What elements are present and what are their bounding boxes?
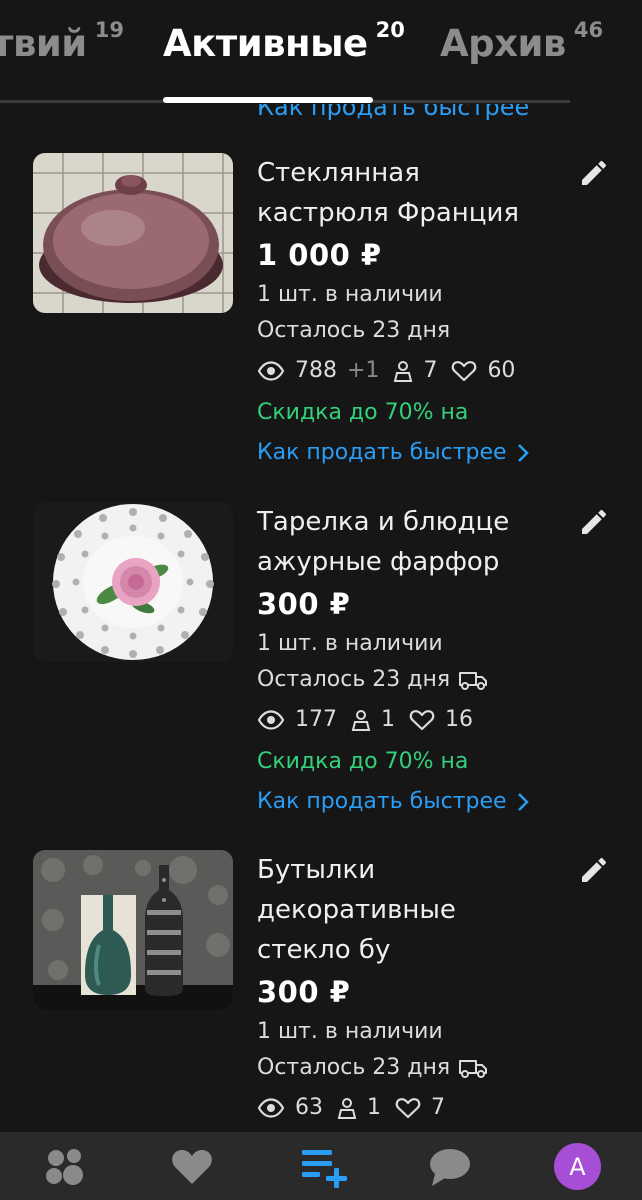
- active-tab-indicator: [163, 97, 373, 103]
- stock-text: 1 шт. в наличии: [257, 631, 443, 656]
- listing-price: 1 000 ₽: [257, 238, 382, 272]
- person-icon: [394, 361, 413, 382]
- profile-avatar[interactable]: A: [554, 1143, 601, 1190]
- views-stat: 788 +1: [257, 349, 379, 393]
- remaining-days-text: Осталось 23 дня: [257, 1055, 451, 1080]
- eye-icon: [257, 1098, 285, 1118]
- listing-info: Бутылки декоративные стекло бу 300 ₽ 1 ш…: [257, 850, 567, 1130]
- listings-scroll-area[interactable]: Как продать быстрее Стеклянная кастрюля …: [0, 0, 642, 1132]
- eye-icon: [257, 710, 285, 730]
- heart-icon: [452, 361, 477, 382]
- listing-stats: 788 +1 7 60: [257, 349, 567, 393]
- edit-icon[interactable]: [578, 506, 610, 538]
- contacts-stat: 7: [393, 349, 437, 393]
- listing-title[interactable]: Тарелка и блюдце ажурные фарфор: [257, 502, 567, 582]
- eye-icon: [257, 361, 285, 381]
- listing-stats: 177 1 16: [257, 698, 567, 742]
- remaining-days-text: Осталось 23 дня: [257, 318, 451, 343]
- services-icon[interactable]: [42, 1146, 90, 1188]
- edit-icon[interactable]: [578, 854, 610, 886]
- app-root: Как продать быстрее Стеклянная кастрюля …: [0, 0, 642, 1200]
- delivery-truck-icon: [459, 672, 488, 690]
- listing-info: Стеклянная кастрюля Франция 1 000 ₽ 1 шт…: [257, 153, 567, 473]
- tab-archive[interactable]: Архив 46: [440, 18, 603, 65]
- listing-price: 300 ₽: [257, 587, 351, 621]
- listing-title[interactable]: Бутылки декоративные стекло бу: [257, 850, 567, 970]
- tab-count: 46: [573, 18, 604, 42]
- tab-count: 19: [94, 18, 124, 42]
- messages-icon[interactable]: [426, 1146, 474, 1188]
- views-stat: 63: [257, 1086, 323, 1130]
- delivery-truck-icon: [459, 1060, 488, 1078]
- add-listing-icon[interactable]: [299, 1146, 347, 1188]
- listing-info: Тарелка и блюдце ажурные фарфор 300 ₽ 1 …: [257, 502, 567, 822]
- discount-text: Скидка до 70% на: [257, 400, 469, 425]
- stock-text: 1 шт. в наличии: [257, 1019, 443, 1044]
- remaining-days-text: Осталось 23 дня: [257, 667, 451, 692]
- edit-icon[interactable]: [578, 157, 610, 189]
- how-to-sell-faster-link[interactable]: Как продать быстрее: [257, 433, 567, 473]
- person-icon: [351, 710, 371, 731]
- remaining-days-row: Осталось 23 дня: [257, 662, 567, 698]
- listing-photo[interactable]: [33, 850, 233, 1010]
- chevron-right-icon: [517, 793, 529, 811]
- heart-icon: [409, 710, 435, 731]
- bottom-navigation: [0, 1132, 642, 1200]
- tab-count: 20: [375, 18, 405, 42]
- listing-photo[interactable]: [33, 502, 233, 662]
- favorites-stat: 16: [409, 698, 473, 742]
- listing-photo[interactable]: [33, 153, 233, 313]
- listing-status-tabs: твий 19 Активные 20 Архив 46: [0, 0, 642, 104]
- contacts-stat: 1: [337, 1086, 381, 1130]
- favorites-icon[interactable]: [168, 1146, 216, 1188]
- stock-text: 1 шт. в наличии: [257, 282, 443, 307]
- discount-text: Скидка до 70% на: [257, 749, 469, 774]
- chevron-right-icon: [517, 444, 529, 462]
- how-to-sell-faster-link[interactable]: Как продать быстрее: [257, 782, 567, 822]
- listing-price: 300 ₽: [257, 975, 351, 1009]
- tab-active[interactable]: Активные 20: [163, 18, 405, 65]
- listing-stats: 63 1 7: [257, 1086, 567, 1130]
- person-icon: [337, 1098, 357, 1119]
- tab-waiting[interactable]: твий 19: [0, 18, 124, 65]
- heart-icon: [395, 1098, 421, 1119]
- favorites-stat: 60: [451, 349, 515, 393]
- listing-title[interactable]: Стеклянная кастрюля Франция: [257, 153, 567, 233]
- remaining-days-row: Осталось 23 дня: [257, 1050, 567, 1086]
- favorites-stat: 7: [395, 1086, 445, 1130]
- views-stat: 177: [257, 698, 337, 742]
- contacts-stat: 1: [351, 698, 395, 742]
